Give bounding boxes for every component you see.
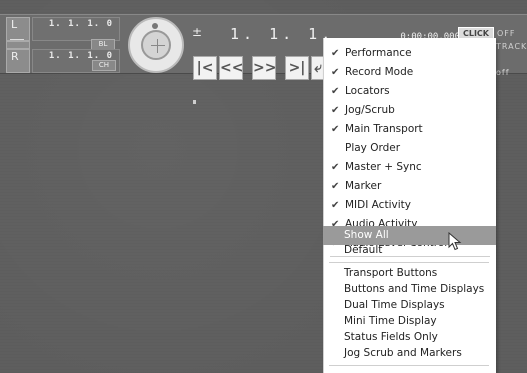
menu-separator	[329, 262, 489, 263]
right-locator-display[interactable]: 1. 1. 1. 0 CH	[32, 49, 120, 73]
track-label: TRACK	[496, 42, 527, 51]
left-wave-icon	[6, 39, 30, 49]
sub-state-label: off	[496, 68, 510, 77]
transport-context-menu-lower: Show All Default Transport Buttons Butto…	[323, 38, 495, 373]
menu-item-default[interactable]: Default	[323, 241, 495, 260]
menu-item-label: Jog Scrub and Markers	[344, 347, 462, 359]
crosshair-v	[157, 39, 158, 53]
shuttle-ring[interactable]	[141, 30, 171, 60]
go-to-end-button[interactable]: >|	[285, 56, 309, 80]
left-locator-letter: L	[11, 18, 18, 31]
right-locator-button[interactable]: R	[6, 49, 30, 73]
left-locator-button[interactable]: L	[6, 17, 30, 41]
mouse-pointer-icon	[448, 232, 462, 251]
menu-separator	[329, 365, 489, 366]
crosshair-h	[151, 45, 165, 46]
menu-item-jog-scrub-and-markers[interactable]: Jog Scrub and Markers	[323, 344, 495, 363]
menu-item-label: Default	[344, 244, 383, 256]
left-locator-display[interactable]: 1. 1. 1. 0	[32, 17, 120, 41]
right-locator-tag[interactable]: CH	[92, 60, 116, 71]
nudge-plus-minus[interactable]: ±	[191, 26, 203, 38]
jog-marker-icon	[152, 23, 158, 29]
wave-icon	[10, 39, 24, 46]
fast-forward-button[interactable]: >>	[252, 56, 276, 80]
click-state: OFF	[497, 29, 516, 38]
jog-wheel[interactable]	[128, 17, 184, 73]
left-locator-time: 1. 1. 1. 0	[48, 19, 113, 29]
playhead-marker	[193, 100, 196, 104]
go-to-start-button[interactable]: |<	[193, 56, 217, 80]
left-locator-tag-row: BL	[32, 39, 118, 50]
right-locator-letter: R	[11, 50, 19, 63]
rewind-button[interactable]: <<	[219, 56, 243, 80]
